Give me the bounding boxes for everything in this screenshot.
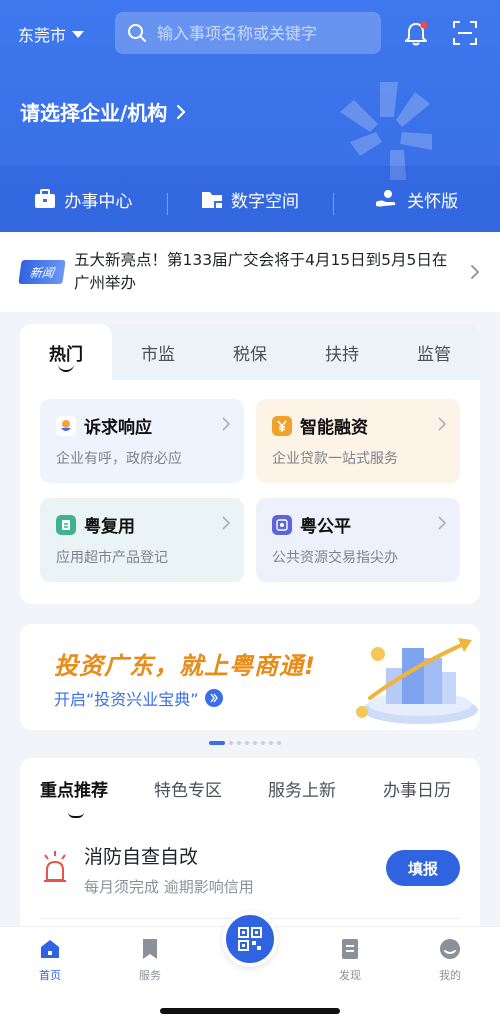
pagination-dot [245,741,249,745]
task-title: 消防自查自改 [84,846,199,868]
recommend-tabs: 重点推荐 特色专区 服务上新 办事日历 [20,772,480,818]
news-text: 五大新亮点！第133届广交会将于4月15日到5月5日在广州举办 [74,251,448,292]
news-ticker[interactable]: 新闻 五大新亮点！第133届广交会将于4月15日到5月5日在广州举办 [0,232,500,312]
tile-title: 粤公平 [300,517,351,537]
tabbar-home[interactable]: 首页 [20,937,80,983]
tab-calendar[interactable]: 办事日历 [383,776,451,801]
service-tile-financing[interactable]: 智能融资 企业贷款一站式服务 [256,399,460,483]
tile-subtitle: 公共资源交易指尖办 [272,550,398,566]
enterprise-selector[interactable]: 请选择企业/机构 [20,97,187,126]
bookmark-icon [143,939,157,959]
tile-title: 诉求响应 [84,418,152,438]
chevron-right-icon [222,417,230,431]
tabbar-label: 服务 [139,969,161,982]
pagination-dot [253,741,257,745]
search-bar[interactable] [115,12,381,54]
header: 东莞市 请选择企业/机构 [0,0,500,232]
chevron-right-icon [438,516,446,530]
notification-dot [420,21,428,29]
qr-code-icon [238,927,262,951]
quick-action-label: 数字空间 [231,191,299,212]
tabbar-profile[interactable]: 我的 [420,937,480,983]
home-icon [41,940,59,958]
home-indicator [160,1008,340,1014]
caret-down-icon [72,30,85,38]
tile-subtitle: 企业有呼，政府必应 [56,451,182,467]
pagination-dot [237,741,241,745]
quick-actions: 办事中心 数字空间 关怀版 [0,166,500,232]
quick-action-label: 办事中心 [64,191,133,212]
tabbar-services[interactable]: 服务 [120,937,180,983]
flower-icon [56,415,76,436]
chevron-right-icon [471,265,480,279]
city-label: 东莞市 [18,26,67,45]
chevron-right-icon [177,104,186,119]
document-icon [56,514,76,535]
search-input[interactable] [157,23,367,43]
enterprise-prompt: 请选择企业/机构 [20,101,168,125]
tab-special-zone[interactable]: 特色专区 [154,776,222,801]
alarm-light-icon [44,851,66,882]
banner-pagination [209,741,281,745]
tab-featured[interactable]: 重点推荐 [40,776,108,801]
yuan-icon [272,415,292,436]
service-tile-appeal[interactable]: 诉求响应 企业有呼，政府必应 [40,399,244,483]
active-tab-indicator [68,812,84,818]
search-icon [128,24,146,42]
care-hand-icon [376,190,396,207]
banner-link-text: 开启“投资兴业宝典” [54,690,199,709]
top-bar: 东莞市 [0,12,500,56]
fill-report-button[interactable]: 填报 [386,850,460,886]
quick-action-service-center[interactable]: 办事中心 [0,187,167,212]
city-selector[interactable]: 东莞市 [18,22,85,46]
tab-hot[interactable]: 热门 [20,324,112,380]
city-buildings-illustration [356,638,478,724]
scan-qr-button[interactable] [222,911,278,967]
tab-new-services[interactable]: 服务上新 [268,776,336,801]
discover-icon [342,939,358,959]
pagination-dot [229,741,233,745]
chevron-right-icon [222,516,230,530]
pagination-dot [269,741,273,745]
tabbar-discover[interactable]: 发现 [320,937,380,983]
task-subtitle: 每月须完成 逾期影响信用 [84,878,254,896]
pagination-dot [209,741,225,745]
briefcase-icon [35,189,56,208]
banner-link[interactable]: 开启“投资兴业宝典” [54,686,223,710]
scan-icon[interactable] [452,20,478,46]
bell-icon[interactable] [402,20,430,48]
service-tile-reuse[interactable]: 粤复用 应用超市产品登记 [40,498,244,582]
tile-subtitle: 企业贷款一站式服务 [272,451,398,467]
news-badge: 新闻 [18,260,66,284]
services-card: 热门 市监 税保 扶持 监管 诉求响应 企业有呼，政府必应 智能融资 企业贷款一… [20,324,480,604]
service-tile-fairness[interactable]: 粤公平 公共资源交易指尖办 [256,498,460,582]
chevron-right-icon [438,417,446,431]
tabbar-label: 首页 [39,969,61,982]
quick-action-label: 关怀版 [407,191,459,212]
pagination-dot [261,741,265,745]
profile-icon [440,939,460,959]
folder-icon [202,192,222,208]
pagination-dot [277,741,281,745]
tile-title: 智能融资 [300,418,368,438]
scale-icon [272,514,292,535]
tab-regulation[interactable]: 监管 [388,324,480,380]
tile-subtitle: 应用超市产品登记 [56,550,168,566]
quick-action-care-mode[interactable]: 关怀版 [333,187,500,215]
quick-action-digital-space[interactable]: 数字空间 [166,187,334,215]
tile-title: 粤复用 [84,517,135,537]
promo-banner[interactable]: 投资广东，就上粤商通! 开启“投资兴业宝典” [20,624,480,730]
tab-tax-insurance[interactable]: 税保 [204,324,296,380]
tab-support[interactable]: 扶持 [296,324,388,380]
tabbar-label: 发现 [339,969,361,982]
arrow-circle-icon [204,689,223,707]
banner-title: 投资广东，就上粤商通! [54,652,316,680]
tabbar-label: 我的 [439,969,461,982]
services-tabs: 热门 市监 税保 扶持 监管 [20,324,480,380]
tab-market-supervision[interactable]: 市监 [112,324,204,380]
